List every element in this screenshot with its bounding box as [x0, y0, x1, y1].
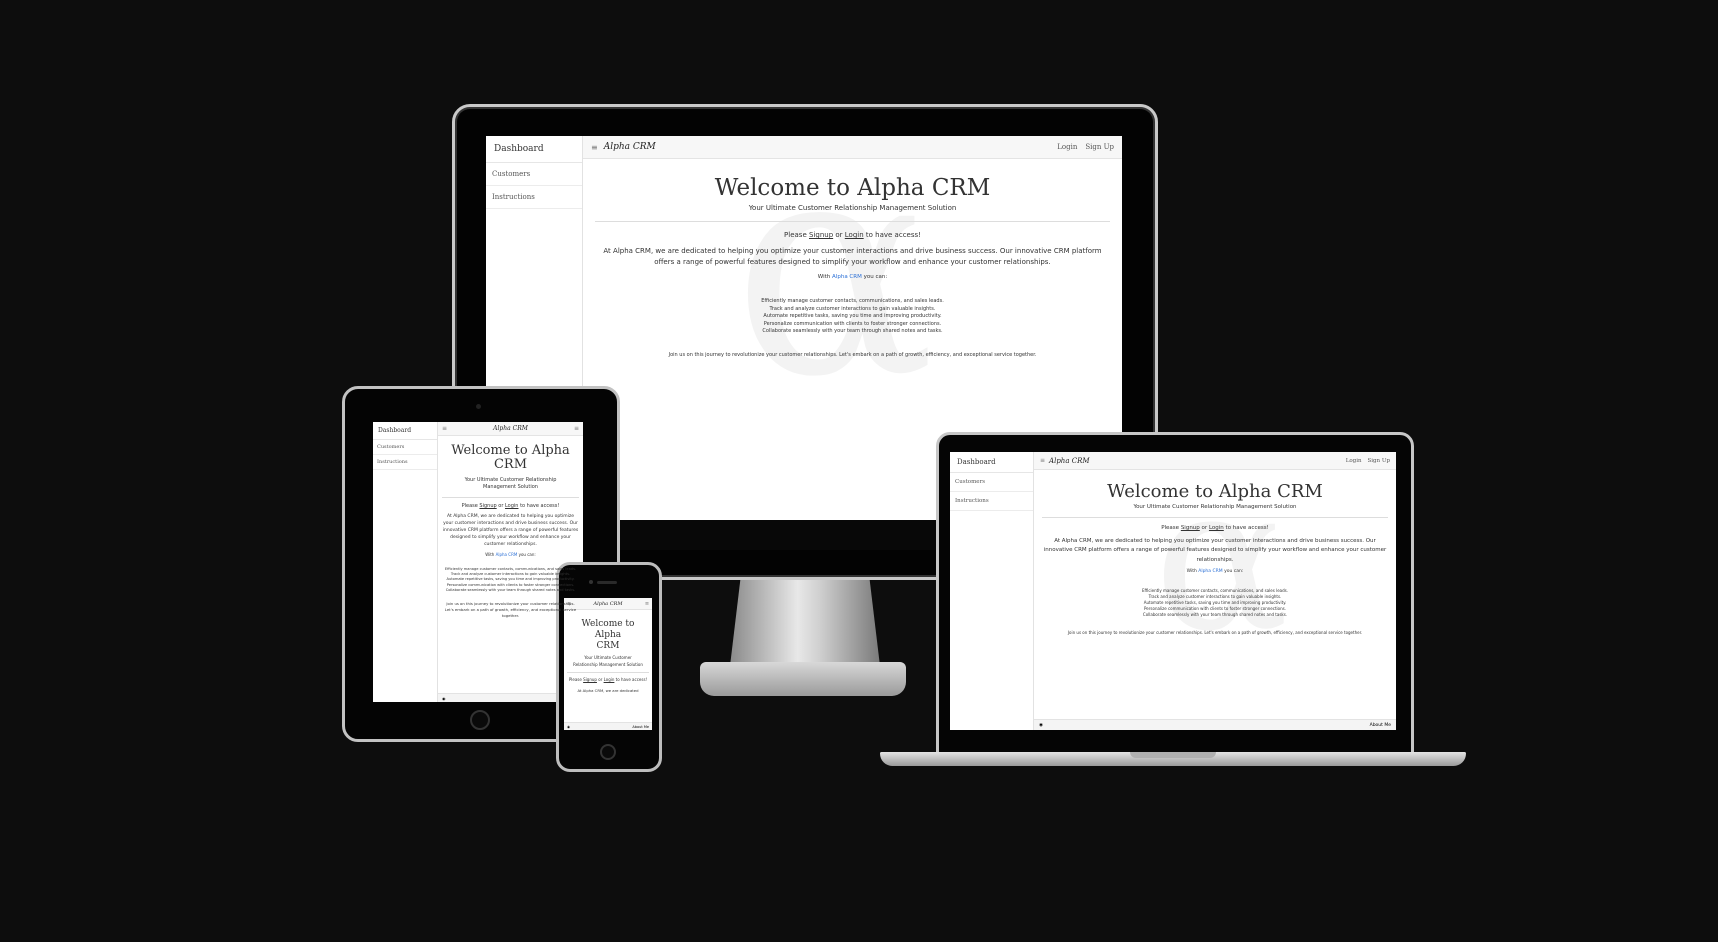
- login-link[interactable]: Login: [1346, 458, 1362, 464]
- closing-paragraph: Join us on this journey to revolutionize…: [444, 601, 577, 618]
- page-subtitle: Your Ultimate Customer Relationship Mana…: [464, 476, 557, 491]
- with-line: With Alpha CRM you can:: [1186, 569, 1244, 575]
- sidebar-item-customers[interactable]: Customers: [486, 163, 582, 186]
- about-link[interactable]: About Me: [632, 725, 649, 729]
- tablet-screen: Dashboard Customers Instructions ≡ Alpha…: [373, 422, 583, 702]
- main-content: α Welcome to Alpha CRM Your Ultimate Cus…: [583, 136, 1122, 419]
- hamburger-icon[interactable]: ≡: [442, 425, 447, 432]
- hamburger-icon[interactable]: ≡: [574, 425, 579, 432]
- top-navbar: ≡ Alpha CRM Login Sign Up: [583, 136, 1122, 159]
- signup-inline-link[interactable]: Signup: [583, 677, 597, 682]
- feature-item: Collaborate seamlessly with your team th…: [762, 328, 943, 335]
- page-title: Welcome to Alpha CRM: [451, 443, 570, 473]
- footer: ◉ About Me: [564, 722, 652, 730]
- access-line: Please Signup or Login to have access!: [568, 677, 648, 683]
- login-inline-link[interactable]: Login: [845, 231, 864, 239]
- feature-item: Personalize communication with clients t…: [763, 320, 942, 327]
- hamburger-icon[interactable]: ≡: [591, 143, 598, 152]
- laptop-screen: Dashboard Customers Instructions ≡ Alpha…: [950, 452, 1396, 730]
- page-subtitle: Your Ultimate Customer Relationship Mana…: [748, 204, 957, 212]
- feature-item: Automate repetitive tasks, saving you ti…: [446, 577, 575, 582]
- access-line: Please Signup or Login to have access!: [1161, 525, 1269, 531]
- about-link[interactable]: About Me: [1370, 723, 1391, 728]
- closing-paragraph: Join us on this journey to revolutionize…: [668, 351, 1037, 358]
- login-inline-link[interactable]: Login: [1209, 525, 1224, 531]
- feature-list: Efficiently manage customer contacts, co…: [595, 298, 1110, 336]
- github-icon[interactable]: ◉: [1039, 723, 1043, 728]
- divider: [442, 496, 579, 498]
- brand-logo[interactable]: Alpha CRM: [594, 601, 623, 607]
- feature-item: Collaborate seamlessly with your team th…: [445, 588, 576, 593]
- signup-link[interactable]: Sign Up: [1368, 458, 1391, 464]
- sidebar-title[interactable]: Dashboard: [950, 452, 1033, 473]
- main-content: α Welcome to Alpha CRM Your Ultimate Cus…: [1034, 460, 1396, 660]
- camera-icon: [476, 404, 481, 409]
- intro-paragraph: At Alpha CRM, we are dedicated: [577, 687, 639, 693]
- brand-logo[interactable]: Alpha CRM: [604, 142, 656, 152]
- sidebar-item-instructions[interactable]: Instructions: [486, 186, 582, 209]
- page-title: Welcome to Alpha CRM: [581, 619, 635, 651]
- sidebar-title[interactable]: Dashboard: [486, 136, 582, 163]
- sidebar-item-instructions[interactable]: Instructions: [950, 492, 1033, 511]
- page-title: Welcome to Alpha CRM: [1107, 481, 1323, 502]
- page-subtitle: Your Ultimate Customer Relationship Mana…: [573, 655, 643, 667]
- hamburger-icon[interactable]: ≡: [1040, 457, 1045, 464]
- home-button-icon[interactable]: [470, 710, 490, 730]
- divider: [567, 672, 649, 674]
- signup-link[interactable]: Sign Up: [1085, 143, 1114, 151]
- intro-paragraph: At Alpha CRM, we are dedicated to helpin…: [1043, 538, 1387, 563]
- laptop-notch: [1130, 752, 1216, 758]
- sidebar-item-customers[interactable]: Customers: [950, 473, 1033, 492]
- sidebar: Dashboard Customers Instructions: [373, 422, 438, 702]
- github-icon[interactable]: ◉: [442, 696, 446, 701]
- alpha-crm-link[interactable]: Alpha CRM: [1198, 569, 1222, 574]
- sidebar-item-customers[interactable]: Customers: [373, 440, 437, 455]
- signup-inline-link[interactable]: Signup: [1181, 525, 1200, 531]
- monitor-stand: [730, 566, 880, 666]
- brand-logo[interactable]: Alpha CRM: [493, 425, 528, 432]
- intro-paragraph: At Alpha CRM, we are dedicated to helpin…: [603, 247, 1102, 267]
- alpha-crm-link[interactable]: Alpha CRM: [496, 552, 518, 557]
- hamburger-icon[interactable]: ≡: [645, 601, 649, 607]
- signup-inline-link[interactable]: Signup: [479, 503, 496, 509]
- top-navbar: ≡ Alpha CRM ≡: [438, 422, 583, 436]
- monitor-base: [700, 662, 906, 696]
- feature-list: Efficiently manage customer contacts, co…: [1042, 588, 1388, 618]
- github-icon[interactable]: ◉: [567, 725, 570, 729]
- alpha-crm-link[interactable]: Alpha CRM: [832, 274, 862, 280]
- divider: [595, 221, 1110, 222]
- with-line: With Alpha CRM you can:: [485, 551, 536, 557]
- footer: ◉ About Me: [1034, 719, 1396, 730]
- login-inline-link[interactable]: Login: [505, 503, 519, 509]
- sidebar-title[interactable]: Dashboard: [373, 422, 437, 440]
- feature-item: Efficiently manage customer contacts, co…: [761, 298, 944, 305]
- login-link[interactable]: Login: [1057, 143, 1077, 151]
- page-title: Welcome to Alpha CRM: [714, 175, 991, 201]
- speaker-grille: [597, 581, 617, 584]
- feature-item: Automate repetitive tasks, saving you ti…: [763, 313, 942, 320]
- closing-paragraph: Join us on this journey to revolutionize…: [1067, 630, 1363, 636]
- main-content: Welcome to Alpha CRM Your Ultimate Custo…: [438, 436, 583, 619]
- feature-item: Collaborate seamlessly with your team th…: [1142, 612, 1288, 618]
- feature-item: Track and analyze customer interactions …: [769, 305, 936, 312]
- access-line: Please Signup or Login to have access!: [461, 502, 560, 509]
- feature-list: Efficiently manage customer contacts, co…: [442, 567, 579, 594]
- signup-inline-link[interactable]: Signup: [809, 231, 833, 239]
- top-navbar: ≡ Alpha CRM Login Sign Up: [1034, 452, 1396, 470]
- page-subtitle: Your Ultimate Customer Relationship Mana…: [1133, 504, 1297, 510]
- with-line: With Alpha CRM you can:: [817, 274, 888, 281]
- access-line: Please Signup or Login to have access!: [784, 231, 921, 239]
- sidebar: Dashboard Customers Instructions: [950, 452, 1034, 730]
- divider: [1042, 517, 1388, 518]
- intro-paragraph: At Alpha CRM, we are dedicated to helpin…: [442, 513, 579, 548]
- home-button-icon[interactable]: [600, 744, 616, 760]
- main-content: Welcome to Alpha CRM Your Ultimate Custo…: [564, 610, 652, 693]
- camera-icon: [589, 580, 593, 584]
- brand-logo[interactable]: Alpha CRM: [1049, 457, 1089, 465]
- sidebar-item-instructions[interactable]: Instructions: [373, 455, 437, 470]
- login-inline-link[interactable]: Login: [604, 677, 615, 682]
